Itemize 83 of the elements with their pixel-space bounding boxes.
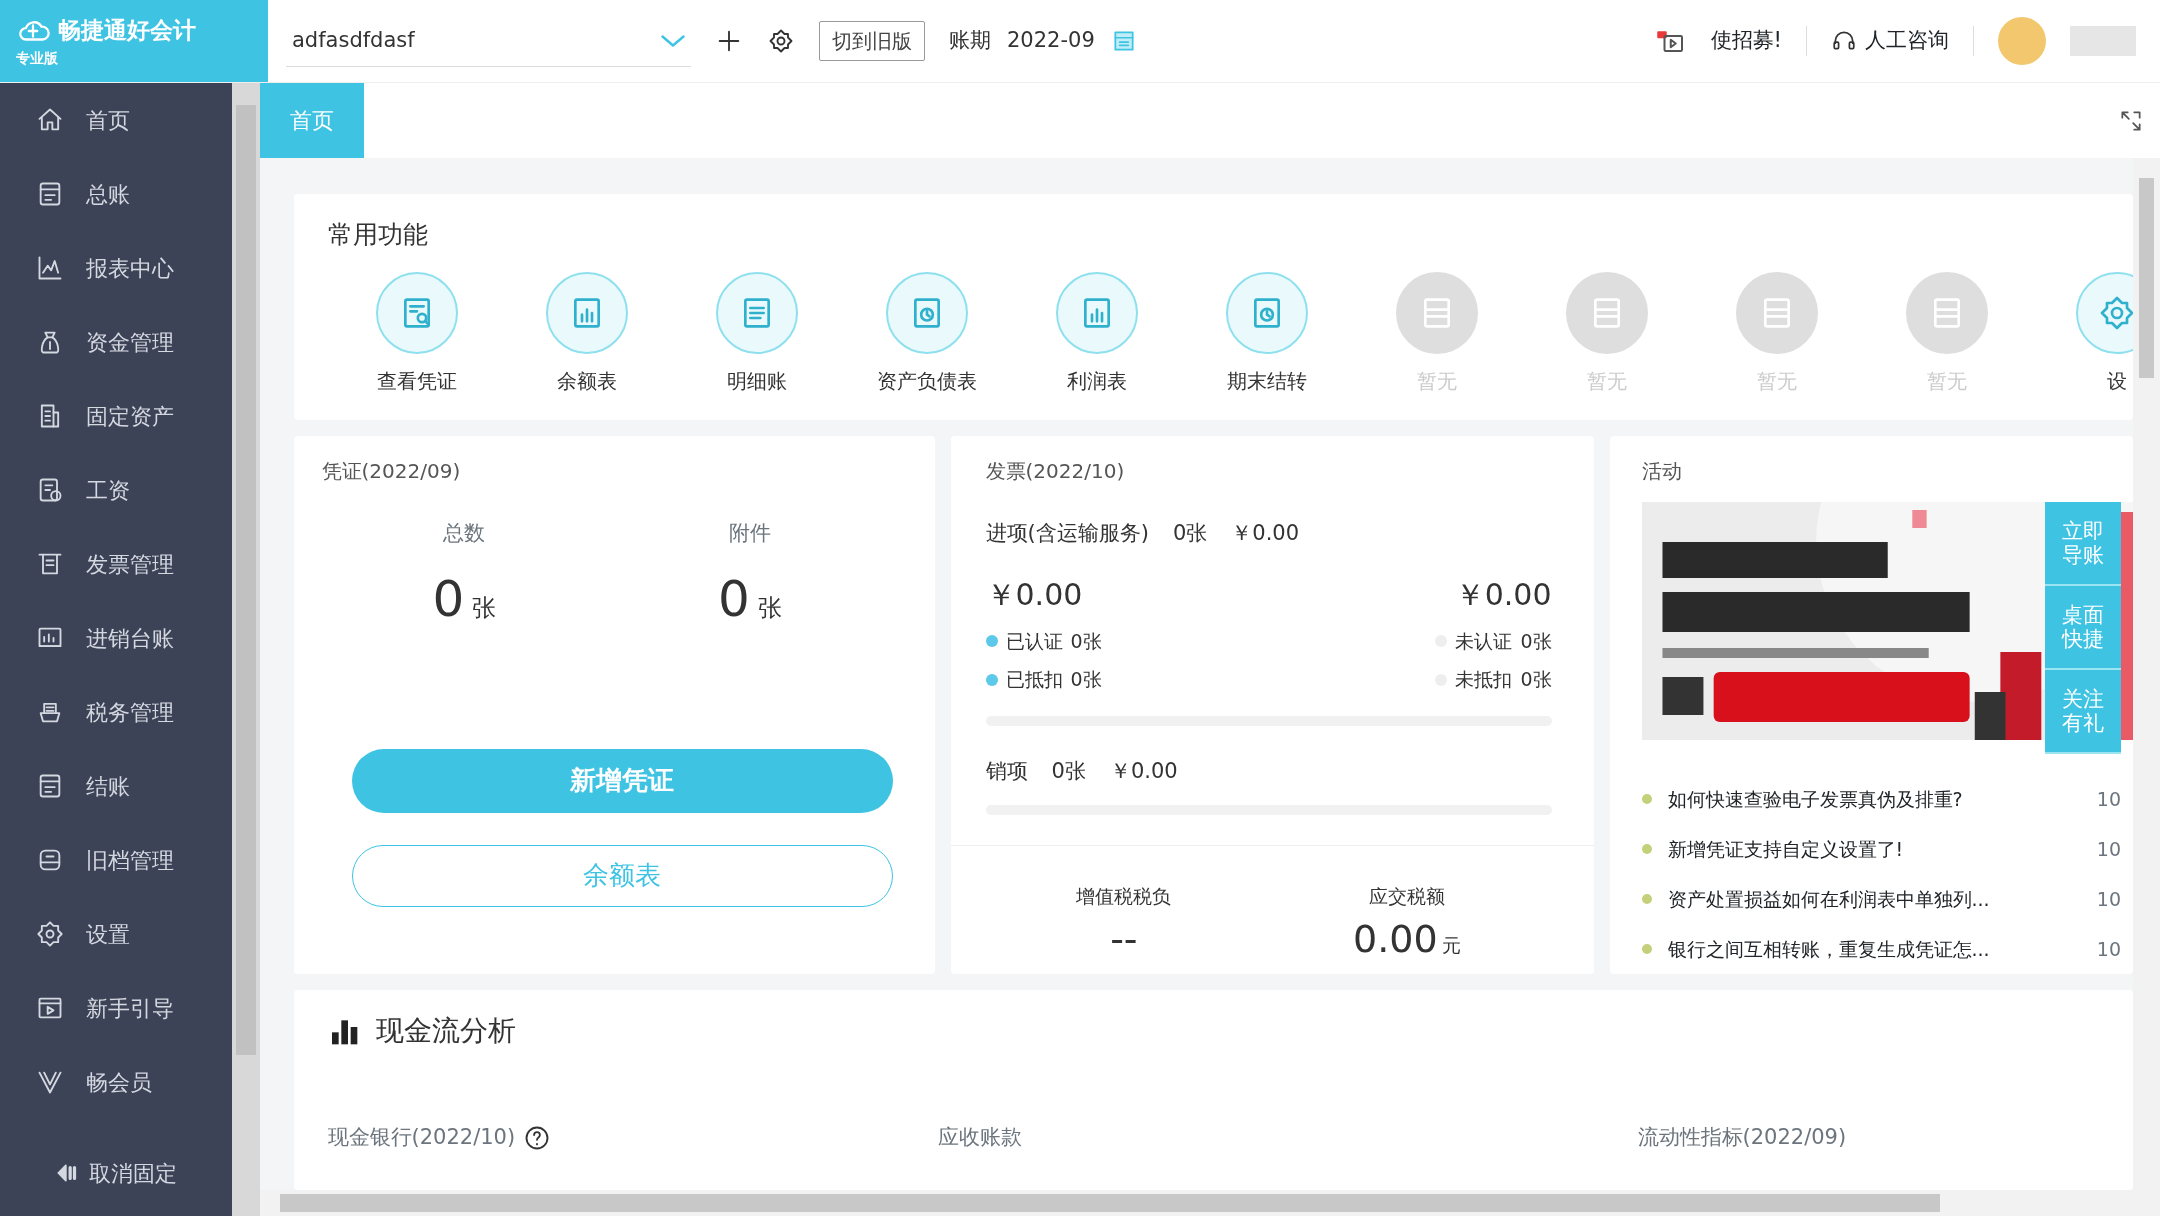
chevron-down-icon — [661, 33, 685, 48]
invoice-amount: ￥0.00 — [1231, 520, 1300, 548]
sidebar-item[interactable]: 总账 — [0, 157, 232, 232]
news-date: 10 — [2096, 887, 2122, 912]
sidebar-item[interactable]: 进销台账 — [0, 601, 232, 676]
status-label: 未认证 — [1455, 628, 1513, 654]
period-value[interactable]: 2022-09 — [1007, 25, 1095, 57]
news-link[interactable]: 银行之间互相转账，重复生成凭证怎... — [1667, 935, 1990, 964]
card-title: 发票(2022/10) — [985, 458, 1125, 486]
stat-value: 0 — [432, 568, 465, 630]
invoice-category: 进项(含运输服务) — [985, 520, 1149, 548]
scrollbar[interactable] — [259, 1190, 2160, 1216]
sidebar-item[interactable]: 资金管理 — [0, 305, 232, 380]
stat-label: 总数 — [443, 520, 486, 548]
logo-title: 畅捷通好会计 — [58, 16, 196, 46]
invoice-category: 销项 — [985, 757, 1028, 785]
scrollbar[interactable] — [2133, 158, 2160, 1191]
function-shortcut[interactable]: 查看凭证 — [331, 271, 502, 396]
function-shortcut[interactable]: 利润表 — [1011, 271, 1182, 396]
period-label: 账期 — [949, 27, 991, 55]
sidebar-item[interactable]: 旧档管理 — [0, 823, 232, 898]
promo-text: 使招募! — [1710, 27, 1782, 55]
sidebar-item[interactable]: 固定资产 — [0, 379, 232, 454]
news-date: 10 — [2096, 787, 2122, 812]
scrollbar[interactable] — [231, 83, 260, 1216]
tax-label: 应交税额 — [1368, 884, 1445, 910]
sidebar-item[interactable]: 发票管理 — [0, 527, 232, 602]
stat-value: 0 — [717, 568, 750, 630]
amount-value: ￥0.00 — [1454, 575, 1552, 614]
tax-value: -- — [1110, 915, 1138, 963]
section-title: 现金流分析 — [375, 1013, 516, 1050]
tax-unit: 元 — [1441, 932, 1461, 958]
function-shortcut[interactable]: 期末结转 — [1181, 271, 1352, 396]
switch-version-button[interactable]: 切到旧版 — [819, 21, 925, 62]
sidebar-item[interactable]: 首页 — [0, 83, 232, 158]
sidebar-item[interactable]: 设置 — [0, 897, 232, 972]
sidebar-item[interactable]: 报表中心 — [0, 231, 232, 306]
tax-label: 增值税税负 — [1076, 884, 1172, 910]
card-title: 凭证(2022/09) — [321, 458, 461, 486]
news-date: 10 — [2096, 837, 2122, 862]
stat-unit: 张 — [757, 592, 782, 624]
status-count: 0张 — [1070, 667, 1102, 693]
status-label: 已认证 — [1005, 628, 1063, 654]
sidebar-item[interactable]: 新手引导 — [0, 971, 232, 1046]
status-label: 未抵扣 — [1455, 667, 1513, 693]
invoice-amount: ￥0.00 — [1109, 757, 1178, 785]
promo-link[interactable]: 使招募! — [1640, 25, 1782, 57]
section-title: 常用功能 — [327, 219, 429, 252]
account-select[interactable]: adfasdfdasf — [286, 15, 691, 68]
settings-icon — [36, 920, 64, 949]
name-mask — [2070, 26, 2136, 57]
invoice-count: 0张 — [1172, 520, 1208, 548]
status-count: 0张 — [1070, 628, 1102, 654]
function-shortcut[interactable]: 明细账 — [671, 271, 842, 396]
tax-value: 0.00 — [1353, 915, 1438, 963]
function-shortcut[interactable]: 余额表 — [501, 271, 672, 396]
sidebar-item[interactable]: 税务管理 — [0, 675, 232, 750]
subsection-title: 流动性指标(2022/09) — [1637, 1124, 1847, 1152]
card-title: 活动 — [1641, 458, 1682, 486]
stat-label: 附件 — [728, 520, 771, 548]
bullet-icon — [1641, 894, 1652, 905]
status-count: 0张 — [1520, 667, 1552, 693]
invoice-count: 0张 — [1051, 757, 1086, 785]
news-date: 10 — [2096, 937, 2122, 962]
edition-label: 专业版 — [16, 48, 58, 68]
news-link[interactable]: 资产处置损益如何在利润表中单独列... — [1667, 885, 1990, 914]
status-count: 0张 — [1520, 628, 1552, 654]
amount-value: ￥0.00 — [985, 575, 1083, 614]
subsection-title: 现金银行(2022/10) — [327, 1124, 516, 1152]
function-shortcut[interactable]: 资产负债表 — [841, 271, 1012, 396]
news-link[interactable]: 如何快速查验电子发票真伪及排重? — [1667, 785, 1963, 814]
consult-link[interactable]: 人工咨询 — [1831, 25, 1949, 57]
subsection-title: 应收账款 — [937, 1124, 1022, 1152]
bullet-icon — [1641, 844, 1652, 855]
sidebar-item[interactable]: 结账 — [0, 749, 232, 824]
news-link[interactable]: 新增凭证支持自定义设置了! — [1667, 835, 1904, 864]
unpin-button[interactable]: 取消固定 — [0, 1130, 232, 1216]
bullet-icon — [1641, 944, 1652, 955]
bullet-icon — [1641, 794, 1652, 805]
stat-unit: 张 — [472, 592, 497, 624]
status-label: 已抵扣 — [1005, 667, 1063, 693]
sidebar-item[interactable]: 工资 — [0, 453, 232, 528]
sidebar-item[interactable]: 畅会员 — [0, 1045, 232, 1120]
